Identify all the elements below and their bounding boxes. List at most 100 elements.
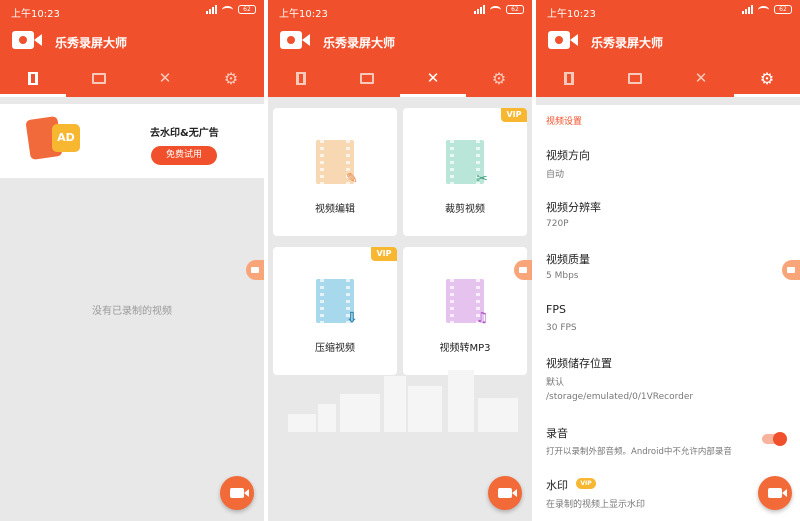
app-logo-tail [34,34,42,46]
status-time: 上午10:23 [547,9,596,20]
section-header-video-settings: 视频设置 [546,117,583,127]
tool-card-video-to-mp3[interactable]: ♫ 视频转MP3 [403,247,527,375]
scissors-icon: ✂ [476,171,488,187]
tool-card-compress-video[interactable]: VIP ⇩ 压缩视频 [273,247,397,375]
setting-title: 录音 [546,427,568,440]
vip-badge: VIP [371,247,397,261]
tool-label: 压缩视频 [315,343,355,354]
gear-icon: ⚙ [223,68,239,88]
floating-recorder-edge-button[interactable] [514,260,532,280]
tools-icon: ✕ [158,69,172,87]
camera-icon [498,488,517,498]
empty-state-text: 没有已录制的视频 [92,306,172,317]
tab-bar: ✕ ⚙ [268,60,532,97]
promo-title: 去水印&无广告 [150,128,219,139]
tab-video-list[interactable] [268,60,334,97]
app-logo-tail [570,34,578,46]
app-title: 乐秀录屏大师 [591,36,664,50]
tab-video-list[interactable] [536,60,602,97]
setting-desc: 打开以录制外部音频。Android中不允许内部录音 [546,447,732,457]
gear-icon: ⚙ [491,68,507,88]
app-title: 乐秀录屏大师 [55,36,128,50]
tab-gallery[interactable] [66,60,132,97]
record-fab[interactable] [488,476,522,510]
setting-title: 视频质量 [546,253,590,266]
camera-icon [768,488,787,498]
image-icon [360,73,374,84]
status-icons: 62 [742,5,792,14]
record-fab[interactable] [758,476,792,510]
setting-title: 水印 [546,479,568,492]
tab-tools[interactable]: ✕ [400,60,466,97]
app-logo-icon [280,31,302,49]
tool-card-video-edit[interactable]: ✎ 视频编辑 [273,108,397,236]
tab-settings[interactable]: ⚙ [198,60,264,97]
wifi-icon [490,5,501,14]
camera-icon [230,488,249,498]
status-icons: 62 [474,5,524,14]
app-title: 乐秀录屏大师 [323,36,396,50]
setting-desc: 在录制的视频上显示水印 [546,500,646,510]
tab-bar: ✕ ⚙ [0,60,264,97]
tab-tools[interactable]: ✕ [132,60,198,97]
signal-icon [742,5,753,14]
app-logo-icon [12,31,34,49]
tool-label: 视频编辑 [315,204,355,215]
free-trial-button[interactable]: 免费试用 [151,146,217,165]
screen-video-list: 上午10:23 62 乐秀录屏大师 ✕ ⚙ AD 去水印&无广告 免费试用 没有… [0,0,264,521]
app-bar: 乐秀录屏大师 [536,22,800,60]
setting-title: 视频储存位置 [546,357,612,370]
storage-path: /storage/emulated/0/1VRecorder [546,392,694,402]
battery-icon: 62 [238,5,256,14]
tab-settings[interactable]: ⚙ [466,60,532,97]
signal-icon [206,5,217,14]
app-bar: 乐秀录屏大师 [268,22,532,60]
tab-settings[interactable]: ⚙ [734,60,800,97]
screen-settings: 上午10:23 62 乐秀录屏大师 ✕ ⚙ 视频设置 视频方向 自动 视频分辨率… [536,0,800,521]
film-icon [296,72,306,85]
film-icon [28,72,38,85]
setting-title: 视频方向 [546,149,590,162]
signal-icon [474,5,485,14]
setting-value: 自动 [546,170,565,180]
tab-bar: ✕ ⚙ [536,60,800,97]
promo-banner[interactable]: AD 去水印&无广告 免费试用 [0,104,264,178]
audio-toggle[interactable] [762,432,787,446]
film-icon [564,72,574,85]
app-bar: 乐秀录屏大师 [0,22,264,60]
tab-tools[interactable]: ✕ [668,60,734,97]
tool-card-crop-video[interactable]: VIP ✂ 裁剪视频 [403,108,527,236]
setting-title: 视频分辨率 [546,201,601,214]
tools-icon: ✕ [694,69,708,87]
status-time: 上午10:23 [11,9,60,20]
floating-recorder-edge-button[interactable] [782,260,800,280]
wifi-icon [758,5,769,14]
status-time: 上午10:23 [279,9,328,20]
tab-gallery[interactable] [602,60,668,97]
tab-gallery[interactable] [334,60,400,97]
battery-icon: 62 [774,5,792,14]
setting-value: 默认 [546,378,565,388]
battery-icon: 62 [506,5,524,14]
record-fab[interactable] [220,476,254,510]
camera-icon [519,267,527,273]
setting-title: FPS [546,303,566,316]
tool-label: 视频转MP3 [439,343,491,354]
compress-icon: ⇩ [346,310,358,326]
tool-label: 裁剪视频 [445,204,485,215]
app-logo-icon [548,31,570,49]
setting-value: 720P [546,219,569,229]
wifi-icon [222,5,233,14]
image-icon [628,73,642,84]
image-icon [92,73,106,84]
tools-icon: ✕ [426,69,440,87]
status-icons: 62 [206,5,256,14]
screen-tools: 上午10:23 62 乐秀录屏大师 ✕ ⚙ ✎ 视频编辑 VIP ✂ 裁剪视频 … [268,0,532,521]
floating-recorder-edge-button[interactable] [246,260,264,280]
setting-value: 30 FPS [546,323,577,333]
city-skyline-decoration [288,362,518,432]
settings-top-band [536,97,800,105]
tab-video-list[interactable] [0,60,66,97]
gear-icon: ⚙ [759,68,775,88]
vip-badge: VIP [501,108,527,122]
